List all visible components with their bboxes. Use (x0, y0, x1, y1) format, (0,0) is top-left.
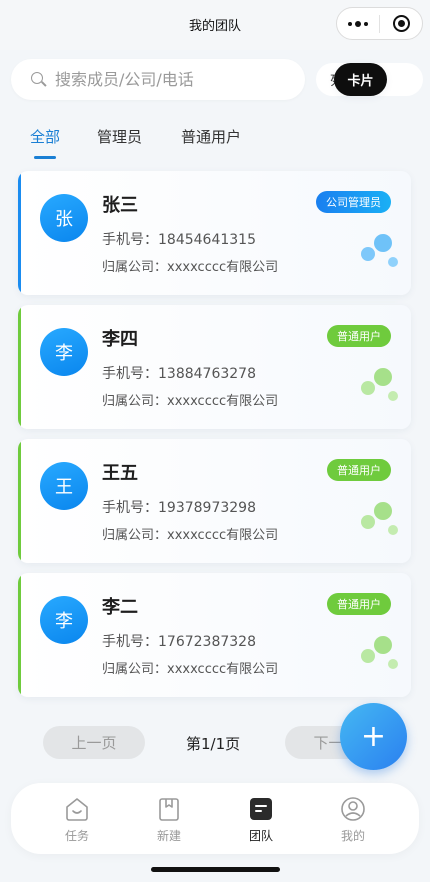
tab-admin[interactable]: 管理员 (97, 126, 142, 147)
decor-bubble-icon (374, 502, 392, 520)
avatar: 李 (40, 328, 88, 376)
member-phone: 手机号：18454641315 (102, 232, 256, 248)
tabbar-label: 我的 (340, 829, 365, 843)
more-dot-icon (355, 20, 361, 27)
decor-bubble-icon (374, 234, 392, 252)
decor-bubble-icon (361, 381, 375, 395)
avatar: 张 (40, 194, 88, 242)
search-input[interactable] (55, 70, 305, 89)
clipboard-icon (159, 798, 179, 821)
member-card[interactable]: 张 张三 手机号：18454641315 归属公司：xxxxcccc有限公司 公… (18, 171, 411, 295)
role-badge: 公司管理员 (316, 191, 391, 213)
card-accent-edge (18, 439, 21, 563)
role-badge: 普通用户 (327, 325, 391, 347)
tabbar-label: 任务 (64, 829, 89, 843)
view-toggle: 卡片 列表 (316, 63, 423, 96)
tab-all[interactable]: 全部 (30, 126, 60, 147)
member-company: 归属公司：xxxxcccc有限公司 (102, 528, 279, 543)
search-box (11, 59, 305, 100)
tabbar-item-team[interactable]: 团队 (226, 783, 296, 854)
card-accent-edge (18, 573, 21, 697)
more-dot-icon (364, 21, 368, 26)
member-name: 王五 (102, 463, 138, 484)
miniprogram-capsule (336, 7, 423, 40)
role-badge: 普通用户 (327, 593, 391, 615)
decor-bubble-icon (374, 636, 392, 654)
decor-bubble-icon (388, 391, 398, 401)
search-icon (31, 71, 47, 88)
nav-bar: 我的团队 (0, 0, 430, 50)
member-phone: 手机号：13884763278 (102, 366, 256, 382)
member-name: 李四 (102, 329, 138, 350)
more-menu-button[interactable] (337, 20, 379, 27)
active-tab-indicator (34, 156, 56, 159)
decor-bubble-icon (388, 525, 398, 535)
member-company: 归属公司：xxxxcccc有限公司 (102, 260, 279, 275)
avatar: 王 (40, 462, 88, 510)
decor-bubble-icon (374, 368, 392, 386)
home-icon (66, 798, 88, 821)
card-accent-edge (18, 305, 21, 429)
target-icon (392, 15, 410, 32)
role-tabs: 全部 管理员 普通用户 (0, 120, 430, 160)
bottom-tab-bar: 任务 新建 团队 我的 (11, 783, 419, 854)
page-indicator: 第1/1页 (186, 735, 241, 753)
member-name: 李二 (102, 597, 138, 618)
member-phone: 手机号：17672387328 (102, 634, 256, 650)
member-card[interactable]: 李 李二 手机号：17672387328 归属公司：xxxxcccc有限公司 普… (18, 573, 411, 697)
decor-bubble-icon (388, 257, 398, 267)
tabbar-item-mine[interactable]: 我的 (318, 783, 388, 854)
decor-bubble-icon (388, 659, 398, 669)
user-icon (341, 797, 365, 821)
member-company: 归属公司：xxxxcccc有限公司 (102, 394, 279, 409)
tabbar-item-task[interactable]: 任务 (42, 783, 112, 854)
more-dot-icon (348, 21, 352, 26)
tab-normal-user[interactable]: 普通用户 (181, 126, 241, 147)
decor-bubble-icon (361, 649, 375, 663)
plus-icon: + (360, 719, 387, 754)
decor-bubble-icon (361, 247, 375, 261)
add-member-button[interactable]: + (340, 703, 407, 770)
team-doc-icon (250, 798, 272, 820)
member-card[interactable]: 李 李四 手机号：13884763278 归属公司：xxxxcccc有限公司 普… (18, 305, 411, 429)
close-miniprogram-button[interactable] (380, 15, 422, 32)
card-view-button[interactable]: 卡片 (334, 63, 387, 96)
prev-page-button[interactable]: 上一页 (43, 726, 145, 759)
decor-bubble-icon (361, 515, 375, 529)
tabbar-label: 新建 (156, 829, 181, 843)
tabbar-label: 团队 (248, 829, 273, 843)
avatar: 李 (40, 596, 88, 644)
tabbar-item-new[interactable]: 新建 (134, 783, 204, 854)
home-indicator (151, 867, 280, 872)
member-phone: 手机号：19378973298 (102, 500, 256, 516)
card-accent-edge (18, 171, 21, 295)
member-name: 张三 (102, 195, 138, 216)
member-card[interactable]: 王 王五 手机号：19378973298 归属公司：xxxxcccc有限公司 普… (18, 439, 411, 563)
member-company: 归属公司：xxxxcccc有限公司 (102, 662, 279, 677)
role-badge: 普通用户 (327, 459, 391, 481)
